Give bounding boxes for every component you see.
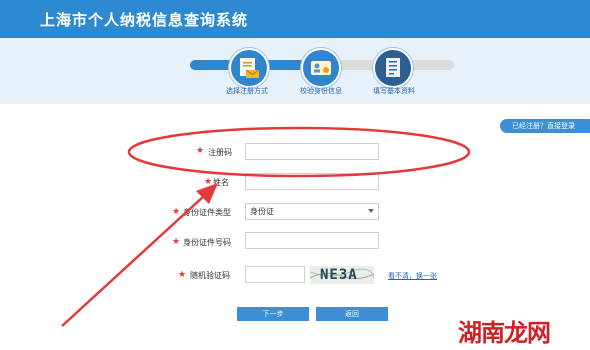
step-3-circle bbox=[373, 48, 413, 88]
back-button[interactable]: 返回 bbox=[316, 307, 388, 321]
required-star: ★ bbox=[172, 207, 181, 217]
reg-code-input[interactable] bbox=[245, 143, 379, 160]
name-input[interactable] bbox=[245, 173, 379, 190]
progress-steps: 选择注册方式 校验身份信息 填写基本资料 bbox=[0, 38, 590, 104]
step-1-circle bbox=[229, 48, 269, 88]
app-title: 上海市个人纳税信息查询系统 bbox=[40, 11, 249, 29]
document-mail-icon bbox=[240, 58, 260, 78]
required-star: ★ bbox=[204, 177, 213, 187]
id-type-select[interactable]: 身份证 bbox=[245, 203, 379, 220]
id-card-icon bbox=[311, 61, 331, 75]
captcha-image: NE3A bbox=[310, 266, 374, 284]
captcha-label: 随机验证码 bbox=[190, 271, 230, 280]
required-star: ★ bbox=[196, 146, 205, 156]
step-2-circle bbox=[301, 48, 341, 88]
name-label: 姓名 bbox=[213, 178, 229, 187]
form-list-icon bbox=[386, 58, 400, 77]
required-star: ★ bbox=[172, 237, 181, 247]
id-number-input[interactable] bbox=[245, 232, 379, 249]
already-registered-login-link[interactable]: 已经注册？直接登录 bbox=[500, 119, 590, 133]
required-star: ★ bbox=[178, 270, 187, 280]
step-1-label: 选择注册方式 bbox=[226, 87, 268, 95]
captcha-input[interactable] bbox=[245, 266, 305, 283]
reg-code-label: 注册码 bbox=[208, 148, 232, 157]
step-2-label: 校验身份信息 bbox=[300, 87, 342, 95]
id-type-label: 身份证件类型 bbox=[183, 208, 231, 217]
chevron-down-icon bbox=[368, 209, 374, 213]
header-bar: 上海市个人纳税信息查询系统 bbox=[0, 0, 590, 38]
watermark-logo: 湖南龙网 bbox=[458, 319, 551, 347]
step-3-label: 填写基本资料 bbox=[373, 87, 415, 95]
refresh-captcha-link[interactable]: 看不清，换一张 bbox=[388, 271, 437, 281]
id-number-label: 身份证件号码 bbox=[183, 238, 231, 247]
next-step-button[interactable]: 下一步 bbox=[237, 307, 309, 321]
captcha-text: NE3A bbox=[320, 267, 358, 283]
id-type-value: 身份证 bbox=[250, 207, 274, 216]
